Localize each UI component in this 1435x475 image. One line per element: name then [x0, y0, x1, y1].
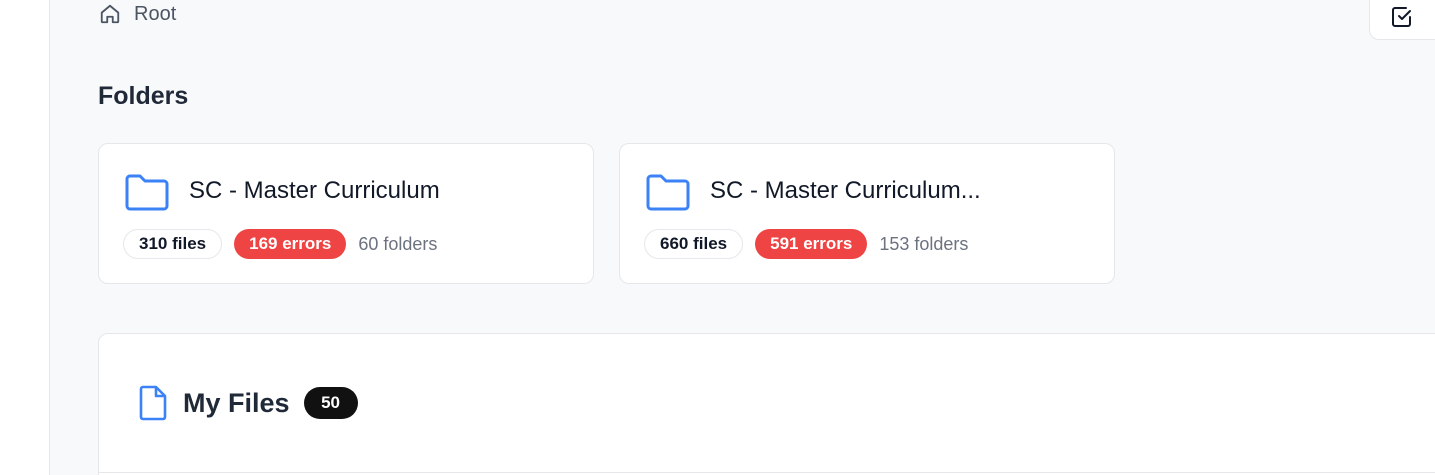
my-files-title: My Files: [183, 387, 290, 418]
my-files-header: My Files 50: [137, 385, 358, 421]
files-count-badge: 660 files: [644, 229, 744, 259]
files-count-badge: 310 files: [123, 229, 223, 259]
file-icon: [137, 385, 169, 421]
folder-stats: 660 files 591 errors 153 folders: [644, 229, 968, 259]
subfolders-count: 60 folders: [358, 233, 438, 254]
breadcrumb-item-root[interactable]: Root: [134, 3, 176, 26]
home-icon[interactable]: [98, 2, 122, 26]
app-root: Root Folders SC - Master Curriculum 310 …: [0, 0, 1435, 475]
folder-card[interactable]: SC - Master Curriculum 310 files 169 err…: [98, 143, 594, 284]
my-files-panel: My Files 50: [98, 333, 1435, 475]
folder-card[interactable]: SC - Master Curriculum... 660 files 591 …: [619, 143, 1115, 284]
check-square-icon: [1390, 5, 1414, 29]
sidebar: [0, 0, 50, 475]
subfolders-count: 153 folders: [879, 233, 969, 254]
errors-count-badge: 169 errors: [234, 229, 347, 259]
errors-count-badge: 591 errors: [755, 229, 868, 259]
folders-heading: Folders: [98, 82, 189, 110]
folder-icon: [645, 172, 691, 212]
files-count-badge: 50: [303, 387, 358, 419]
folder-icon: [124, 172, 170, 212]
breadcrumb: Root: [98, 2, 176, 26]
folder-stats: 310 files 169 errors 60 folders: [123, 229, 437, 259]
select-mode-button[interactable]: [1369, 0, 1435, 40]
folder-name: SC - Master Curriculum: [189, 177, 440, 204]
folder-name: SC - Master Curriculum...: [710, 177, 981, 204]
divider: [99, 472, 1435, 473]
